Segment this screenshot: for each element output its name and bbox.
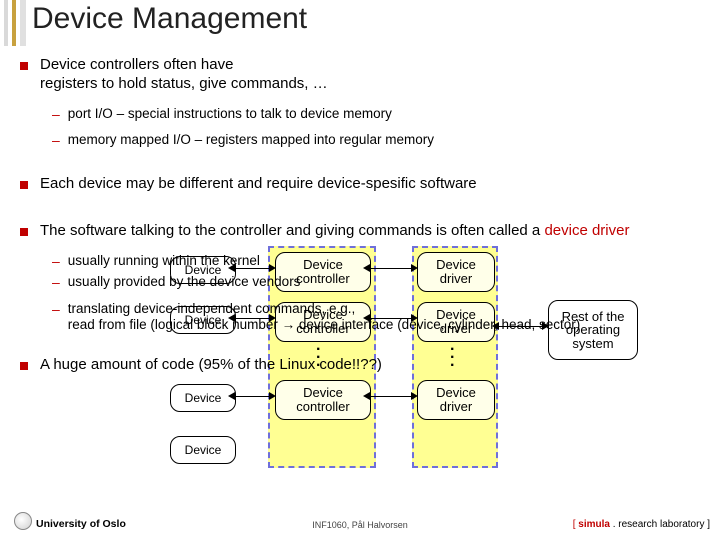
bullet-line: The software talking to the controller a… (40, 222, 544, 239)
sub-text: usually running within the kernel (68, 253, 260, 270)
sub-line: read from file (logical block number → d… (68, 317, 580, 332)
sub-bullet: – memory mapped I/O – registers mapped i… (52, 132, 708, 149)
sub-bullet: – usually running within the kernel (52, 253, 708, 270)
sub-bullet: – translating device-independent command… (52, 301, 708, 335)
sub-bullet: – usually provided by the device vendors (52, 274, 708, 291)
node-device: Device (170, 436, 236, 464)
simula-tail: . research laboratory ] (610, 519, 710, 530)
bullet-square-icon (20, 62, 28, 70)
bullet-item: A huge amount of code (95% of the Linux … (20, 356, 708, 375)
bullet-text: The software talking to the controller a… (40, 222, 629, 241)
arrow-head-icon (228, 392, 235, 400)
node-controller: Device controller (275, 380, 371, 420)
arrow-line (367, 396, 415, 397)
node-device: Device (170, 384, 236, 412)
node-driver: Device driver (417, 380, 495, 420)
bullet-line: registers to hold status, give commands,… (40, 75, 328, 92)
arrow-head-icon (269, 392, 276, 400)
footer-simula: [ simula . research laboratory ] (573, 519, 710, 530)
sub-text: port I/O – special instructions to talk … (68, 106, 392, 123)
arrow-head-icon (363, 392, 370, 400)
dash-icon: – (52, 274, 60, 291)
bullet-line: Device controllers often have (40, 56, 233, 73)
arrow-head-icon (411, 392, 418, 400)
bullet-square-icon (20, 362, 28, 370)
dash-icon: – (52, 106, 60, 123)
bullet-item: Device controllers often have registers … (20, 56, 708, 94)
sub-bullet: – port I/O – special instructions to tal… (52, 106, 708, 123)
bullet-text: Each device may be different and require… (40, 175, 477, 194)
title-stripe (4, 0, 8, 46)
bullet-item: The software talking to the controller a… (20, 222, 708, 241)
dash-icon: – (52, 253, 60, 270)
bullet-text: Device controllers often have registers … (40, 56, 328, 94)
sub-text: memory mapped I/O – registers mapped int… (68, 132, 434, 149)
bullet-item: Each device may be different and require… (20, 175, 708, 194)
title-stripe (12, 0, 16, 46)
sub-text: usually provided by the device vendors (68, 274, 301, 291)
dash-icon: – (52, 301, 60, 318)
emphasis: device driver (544, 222, 629, 239)
bullet-square-icon (20, 228, 28, 236)
simula-word: simula (578, 519, 610, 530)
arrow-line (232, 396, 273, 397)
content-area: Device controllers often have registers … (20, 56, 708, 381)
sub-text: translating device-independent commands,… (68, 301, 580, 335)
sub-line: translating device-independent commands,… (68, 301, 355, 316)
title-bar: Device Management (0, 0, 720, 46)
slide-title: Device Management (32, 2, 307, 36)
dash-icon: – (52, 132, 60, 149)
title-stripe (20, 0, 26, 46)
bullet-square-icon (20, 181, 28, 189)
footer: University of Oslo INF1060, Pål Halvorse… (0, 514, 720, 540)
bullet-text: A huge amount of code (95% of the Linux … (40, 356, 382, 375)
